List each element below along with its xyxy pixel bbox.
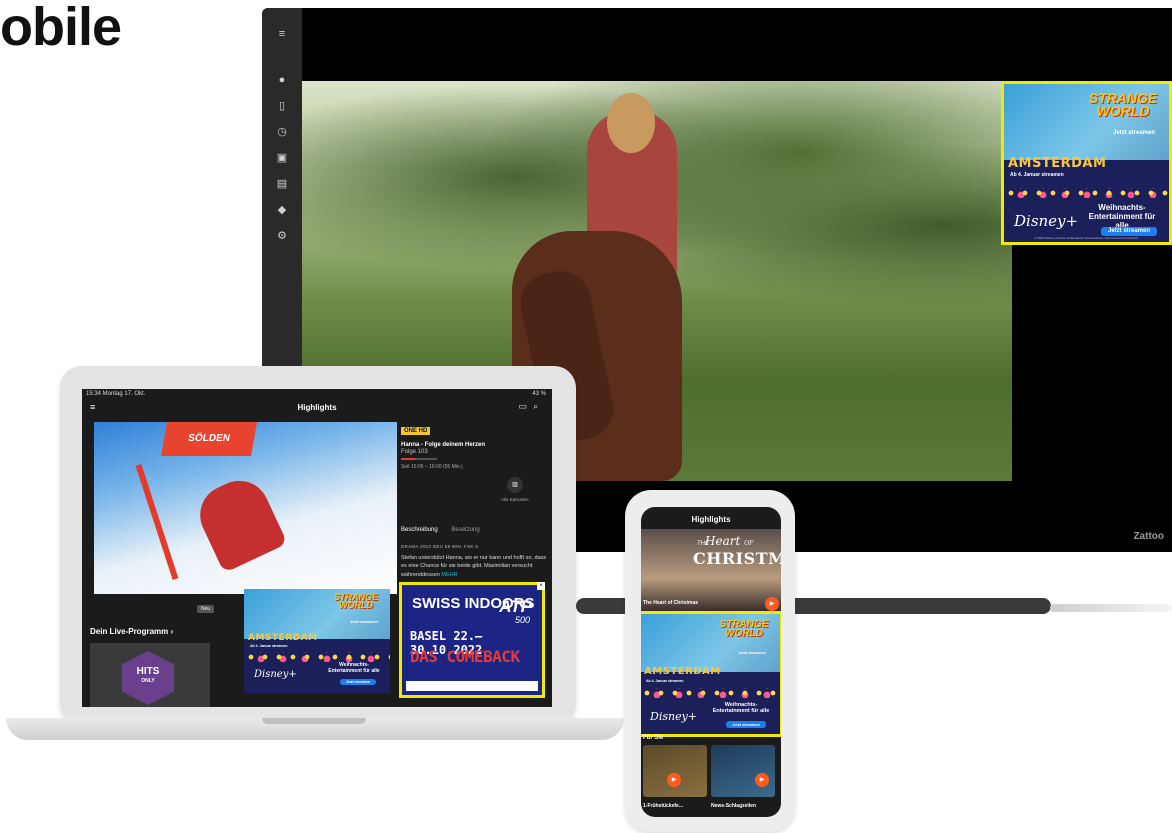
tile-label: 1-Frühstücksfe... [643, 803, 684, 809]
program-time: Seit 15:05 – 16:00 (55 Min.) [401, 464, 463, 470]
amsterdam-title: AMSTERDAM [248, 633, 318, 643]
battery-indicator: 43 % [532, 391, 546, 397]
new-badge: Neu [197, 605, 215, 613]
status-bar: 15:34 Montag 17. Okt. 43 % [82, 389, 552, 401]
strange-world-logo: STRANGE WORLD [333, 592, 378, 611]
play-icon[interactable]: ▶ [755, 773, 769, 787]
disney-plus-logo: Disney+ [254, 669, 297, 680]
screen-title: Highlights [297, 403, 337, 412]
strange-world-subtitle: Jetzt streamen [349, 619, 378, 624]
program-progress [401, 458, 437, 460]
rider-head [607, 93, 655, 153]
lights-decoration [1004, 188, 1169, 198]
comeback-headline: DAS COMEBACK [410, 647, 520, 666]
ski-gate [135, 464, 179, 580]
search-icon[interactable]: ⌕ [533, 401, 544, 411]
disney-plus-logo: Disney+ [650, 710, 698, 723]
lights-decoration [244, 652, 390, 662]
tablet-screen: 15:34 Montag 17. Okt. 43 % ≡ Highlights … [82, 389, 552, 707]
clock-icon[interactable]: ◷ [276, 126, 288, 138]
program-meta: DRAMA 2010 DEU 55 MIN. FSK 6 [401, 544, 479, 549]
amsterdam-subtitle: Ab 4. Januar streamen [646, 679, 684, 683]
page-heading: obile [0, 0, 122, 57]
xmas-hero[interactable]: THE Heart OF CHRISTMAS [641, 529, 781, 611]
sponsor-strip [406, 681, 538, 691]
channel-badge: ONE HD [401, 427, 431, 435]
atp-500-label: 500 [514, 615, 530, 625]
cast-icon[interactable]: ▭ [518, 401, 533, 411]
episodes-icon[interactable]: ▥ [507, 477, 523, 493]
hits-logo: HITS ONLY [122, 651, 174, 705]
amsterdam-title: AMSTERDAM [644, 666, 721, 677]
guide-icon[interactable]: ▤ [276, 178, 288, 190]
phone-title: Highlights [691, 515, 731, 524]
amsterdam-title: AMSTERDAM [1008, 156, 1107, 171]
tab-cast[interactable]: Besetzung [451, 527, 479, 533]
content-tile[interactable]: ▶ [643, 745, 707, 797]
close-icon[interactable]: × [537, 582, 545, 590]
menu-icon[interactable]: ≡ [276, 28, 288, 40]
strange-world-logo: STRANGE WORLD [1088, 90, 1158, 119]
phone-screen: Highlights THE Heart OF CHRISTMAS The He… [641, 507, 781, 817]
ski-banner: SÖLDEN [161, 422, 257, 456]
strange-world-subtitle: Jetzt streamen [1112, 130, 1155, 136]
recordings-icon[interactable]: ▣ [276, 152, 288, 164]
weihnachts-text: Weihnachts- Entertainment für alle [328, 662, 380, 674]
stream-now-button[interactable]: Jetzt streamen [726, 721, 766, 728]
detail-tabs: Beschreibung Besetzung [401, 527, 492, 533]
play-icon[interactable]: ▶ [765, 597, 779, 611]
program-info-panel: ONE HD Hanna - Folge deinem Herzen Folge… [397, 422, 552, 594]
weihnachts-text: Weihnachts- Entertainment für alle [712, 702, 770, 715]
tv-ad-banner[interactable]: STRANGE WORLD Jetzt streamen AMSTERDAM A… [1001, 81, 1172, 245]
tv-stand-edge [1050, 604, 1172, 612]
more-link[interactable]: MEHR [441, 572, 457, 578]
swiss-indoors-ad[interactable]: × SWISS INDOORS ATP 500 BASEL 22.–30.10.… [399, 582, 545, 698]
amsterdam-subtitle: Ab 4. Januar streamen [250, 644, 288, 648]
amsterdam-subtitle: Ab 4. Januar streamen [1010, 172, 1064, 178]
ad-legal-text: © 2022 Disney und ihre verbundenen Unter… [1034, 236, 1139, 240]
ski-video[interactable]: SÖLDEN [94, 422, 397, 594]
program-description: Stefan unterstützt Hanna, wo er nur kann… [401, 554, 547, 579]
tile-label: News-Schlagzeilen [711, 803, 757, 809]
disney-plus-logo: Disney+ [1014, 212, 1079, 230]
description-text: Stefan unterstützt Hanna, wo er nur kann… [401, 555, 547, 578]
program-title: Hanna - Folge deinem Herzen [401, 442, 486, 448]
atp-logo: ATP [499, 597, 532, 616]
content-tile[interactable]: ▶ [711, 745, 775, 797]
channel-tile-hits[interactable]: HITS ONLY [90, 643, 210, 707]
all-episodes-label[interactable]: Alle Episoden [501, 497, 529, 502]
tablet-icon[interactable]: ▯ [276, 100, 288, 112]
play-icon[interactable]: ▶ [667, 773, 681, 787]
skier-figure [190, 470, 288, 574]
phone-disney-ad[interactable]: STRANGE WORLD Jetzt streamen AMSTERDAM A… [641, 611, 781, 737]
watermark: Zattoo [1133, 531, 1164, 542]
laptop-notch [262, 718, 366, 724]
strange-world-subtitle: Jetzt streamen [737, 650, 766, 655]
section-heading: Für Sie [643, 735, 664, 741]
apps-icon[interactable]: ◆ [276, 204, 288, 216]
lights-decoration [641, 688, 780, 698]
settings-icon[interactable]: ⚙ [276, 230, 288, 242]
compass-icon[interactable]: ● [276, 74, 288, 86]
program-episode: Folge 103 [401, 449, 428, 455]
xmas-title: CHRISTMAS [693, 549, 781, 568]
strange-world-logo: STRANGE WORLD [719, 619, 769, 639]
header-actions: ▭⌕ [518, 401, 544, 412]
status-time: 15:34 Montag 17. Okt. [86, 391, 146, 397]
stream-now-button[interactable]: Jetzt streamen [1101, 227, 1157, 236]
stream-now-button[interactable]: Jetzt streamen [340, 679, 376, 685]
tablet-disney-ad[interactable]: STRANGE WORLD Jetzt streamen AMSTERDAM A… [244, 589, 390, 693]
live-program-heading[interactable]: Dein Live-Programm › [90, 627, 173, 636]
xmas-heart: Heart OF [705, 534, 754, 548]
xmas-label: The Heart of Christmas [643, 600, 699, 606]
tab-description[interactable]: Beschreibung [401, 527, 438, 533]
